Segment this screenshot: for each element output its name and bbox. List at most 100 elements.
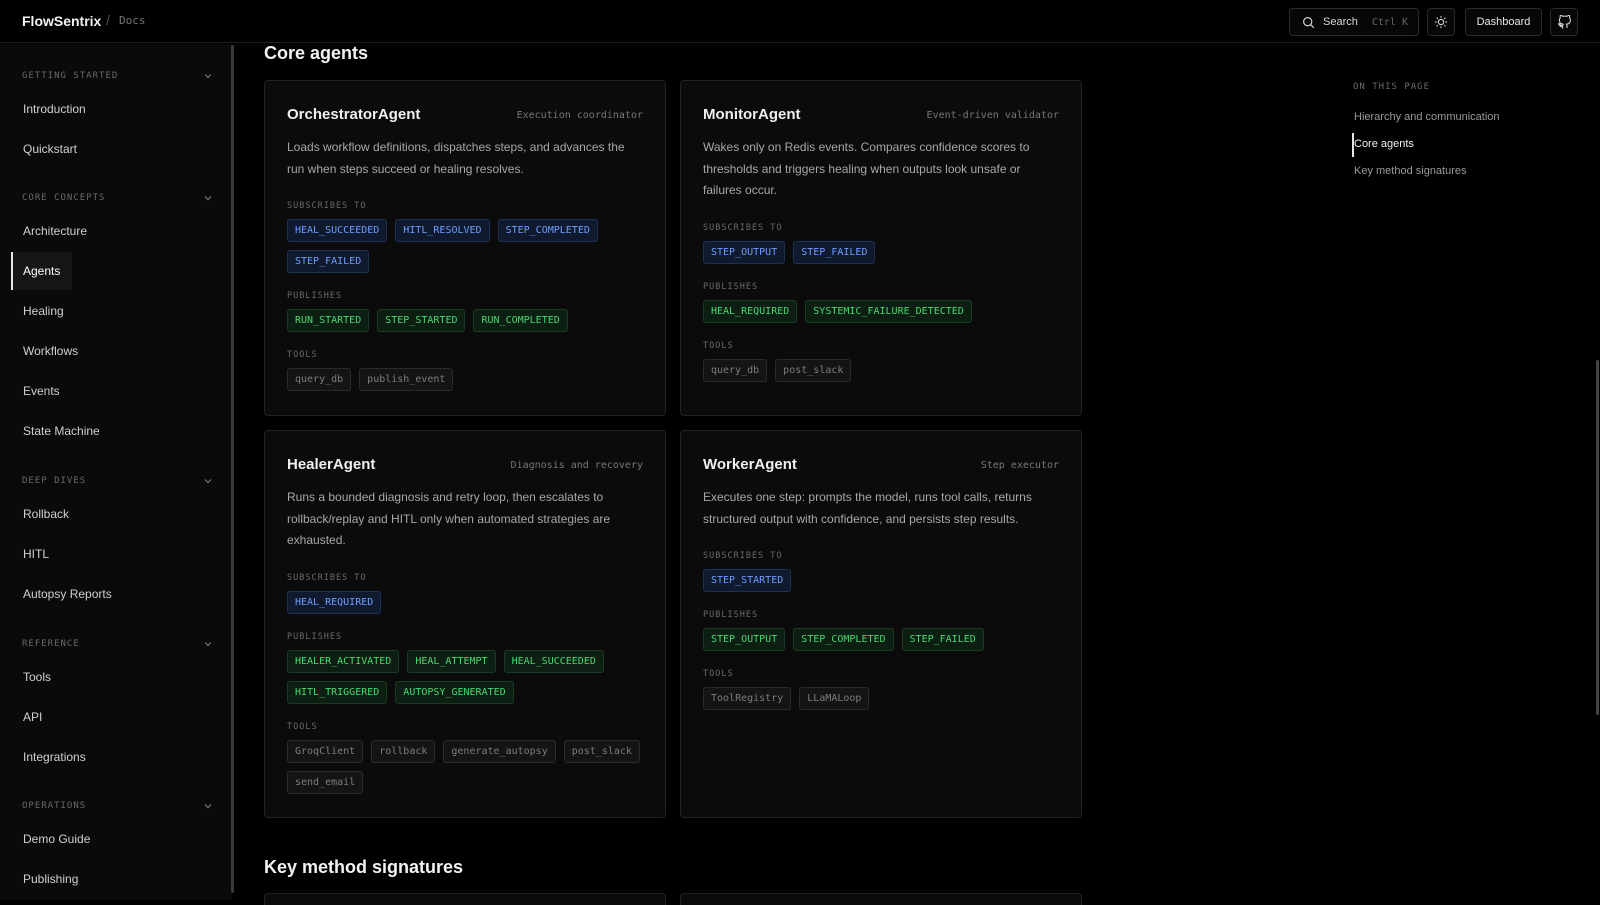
agent-role: Event-driven validator [926,110,1059,121]
event-chip: STEP_FAILED [287,250,370,273]
publishes-chips: HEAL_REQUIRED SYSTEMIC_FAILURE_DETECTED [703,300,1063,323]
agent-description: Loads workflow definitions, dispatches s… [287,140,625,176]
agent-description: Runs a bounded diagnosis and retry loop,… [287,490,611,547]
publishes-label: PUBLISHES [287,291,343,301]
sidebar-item-publishing[interactable]: Publishing [23,872,78,886]
subscribes-chips: HEAL_SUCCEEDED HITL_RESOLVED STEP_COMPLE… [287,219,647,273]
sidebar-item-workflows[interactable]: Workflows [23,344,78,358]
event-chip: HEAL_REQUIRED [287,591,382,614]
tools-label: TOOLS [703,341,734,351]
publishes-label: PUBLISHES [287,632,343,642]
sidebar-item-rollback[interactable]: Rollback [23,507,69,521]
sidebar-scrollbar[interactable] [231,45,234,893]
event-chip: HEAL_ATTEMPT [407,650,496,673]
sidebar-group-reference[interactable]: REFERENCE [22,639,80,649]
event-chip: HEAL_SUCCEEDED [503,650,604,673]
tool-chip: publish_event [359,368,454,391]
brand-logo[interactable]: FlowSentrix [22,13,101,29]
subscribes-label: SUBSCRIBES TO [703,551,783,561]
sidebar-item-architecture[interactable]: Architecture [23,224,87,238]
toc-item-hierarchy[interactable]: Hierarchy and communication [1354,111,1500,123]
agent-role: Diagnosis and recovery [510,460,643,471]
subscribes-label: SUBSCRIBES TO [287,201,367,211]
sidebar-item-api[interactable]: API [23,710,42,724]
event-chip: STEP_STARTED [703,569,792,592]
publishes-chips: STEP_OUTPUT STEP_COMPLETED STEP_FAILED [703,628,1063,651]
chevron-down-icon[interactable] [203,639,213,649]
agent-card-worker: WorkerAgent Step executor Executes one s… [680,430,1082,818]
agent-name: OrchestratorAgent [287,106,421,123]
sidebar-item-demo-guide[interactable]: Demo Guide [23,832,90,846]
breadcrumb-docs[interactable]: Docs [119,14,146,27]
chevron-down-icon[interactable] [203,801,213,811]
event-chip: AUTOPSY_GENERATED [395,681,514,704]
agent-card-healer: HealerAgent Diagnosis and recovery Runs … [264,430,666,818]
tools-chips: query_db publish_event [287,368,647,391]
chevron-down-icon[interactable] [203,193,213,203]
tool-chip: ToolRegistry [703,687,792,710]
tools-chips: GroqClient rollback generate_autopsy pos… [287,740,647,794]
tool-chip: post_slack [563,740,640,763]
tool-chip: rollback [371,740,436,763]
subscribes-chips: STEP_OUTPUT STEP_FAILED [703,241,1063,264]
top-bar: FlowSentrix / Docs Search Ctrl K Dashboa… [0,0,1600,43]
event-chip: STEP_COMPLETED [793,628,894,651]
tools-chips: ToolRegistry LLaMALoop [703,687,1063,710]
sidebar-item-integrations[interactable]: Integrations [23,750,86,764]
sidebar-item-quickstart[interactable]: Quickstart [23,142,77,156]
event-chip: RUN_STARTED [287,309,370,332]
agent-name: HealerAgent [287,456,376,473]
tool-chip: generate_autopsy [443,740,556,763]
event-chip: HEALER_ACTIVATED [287,650,400,673]
sidebar-group-core-concepts[interactable]: CORE CONCEPTS [22,193,105,203]
tools-label: TOOLS [287,350,318,360]
tools-label: TOOLS [287,722,318,732]
event-chip: STEP_FAILED [793,241,876,264]
github-button[interactable] [1550,8,1578,36]
event-chip: HITL_TRIGGERED [287,681,388,704]
section-title-core-agents: Core agents [264,43,369,63]
event-chip: STEP_OUTPUT [703,628,786,651]
sidebar-item-healing[interactable]: Healing [23,304,64,318]
tool-chip: query_db [287,368,352,391]
tools-chips: query_db post_slack [703,359,1063,382]
sidebar-item-tools[interactable]: Tools [23,670,51,684]
tool-chip: query_db [703,359,768,382]
event-chip: SYSTEMIC_FAILURE_DETECTED [805,300,972,323]
sidebar-item-hitl[interactable]: HITL [23,547,49,561]
publishes-label: PUBLISHES [703,282,759,292]
event-chip: HITL_RESOLVED [395,219,490,242]
toc-item-key-method-signatures[interactable]: Key method signatures [1354,165,1467,177]
tools-label: TOOLS [703,669,734,679]
github-icon [1557,14,1571,29]
sidebar-group-getting-started[interactable]: GETTING STARTED [22,71,118,81]
chevron-down-icon[interactable] [203,71,213,81]
toc-heading: ON THIS PAGE [1353,82,1431,92]
agent-name: WorkerAgent [703,456,797,473]
event-chip: HEAL_SUCCEEDED [287,219,388,242]
search-shortcut: Ctrl K [1371,16,1408,28]
agent-description: Executes one step: prompts the model, ru… [703,490,1032,526]
sidebar-item-autopsy-reports[interactable]: Autopsy Reports [23,587,112,601]
subscribes-label: SUBSCRIBES TO [703,223,783,233]
agent-card-monitor: MonitorAgent Event-driven validator Wake… [680,80,1082,416]
tool-chip: send_email [287,771,364,794]
sidebar-item-state-machine[interactable]: State Machine [23,424,100,438]
toc-item-core-agents[interactable]: Core agents [1354,138,1414,150]
theme-toggle-button[interactable] [1427,8,1455,36]
page-scrollbar[interactable] [1596,360,1599,715]
sidebar-item-agents[interactable]: Agents [23,264,60,278]
sidebar-item-introduction[interactable]: Introduction [23,102,86,116]
sidebar-item-events[interactable]: Events [23,384,60,398]
chevron-down-icon[interactable] [203,476,213,486]
event-chip: STEP_COMPLETED [497,219,598,242]
agent-card-orchestrator: OrchestratorAgent Execution coordinator … [264,80,666,416]
search-button[interactable]: Search Ctrl K [1289,8,1419,36]
agent-role: Step executor [980,460,1059,471]
dashboard-button[interactable]: Dashboard [1465,8,1542,36]
sidebar-group-deep-dives[interactable]: DEEP DIVES [22,476,86,486]
breadcrumb-separator: / [106,12,110,28]
subscribes-chips: HEAL_REQUIRED [287,591,647,614]
sidebar-group-operations[interactable]: OPERATIONS [22,801,86,811]
subscribes-chips: STEP_STARTED [703,569,1063,592]
